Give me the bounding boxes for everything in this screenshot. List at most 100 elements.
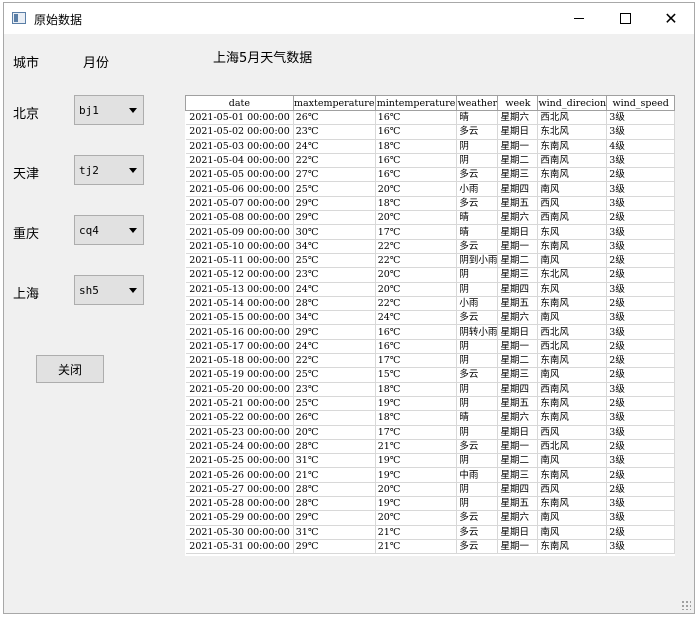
table-cell[interactable]: 星期六	[497, 110, 539, 126]
table-cell[interactable]: 29℃	[293, 510, 376, 526]
table-cell[interactable]: 2021-05-13 00:00:00	[185, 282, 294, 297]
table-cell[interactable]: 西北风	[537, 110, 608, 126]
table-cell[interactable]: 星期六	[497, 510, 539, 526]
table-cell[interactable]: 星期四	[497, 282, 539, 297]
table-cell[interactable]: 星期一	[497, 439, 539, 455]
table-row[interactable]: 2021-05-06 00:00:00 25℃ 20℃ 小雨 星期四 南风 3级	[185, 181, 675, 197]
table-cell[interactable]: 16℃	[375, 167, 458, 183]
table-row[interactable]: 2021-05-31 00:00:00 29℃ 21℃ 多云 星期一 东南风 3级	[185, 539, 675, 555]
column-header-weather[interactable]: weather	[456, 95, 499, 111]
table-cell[interactable]: 20℃	[375, 210, 458, 226]
table-cell[interactable]: 23℃	[293, 124, 376, 140]
table-row[interactable]: 2021-05-27 00:00:00 28℃ 20℃ 阴星期四 西风 2级	[185, 482, 675, 498]
table-cell[interactable]: 2021-05-14 00:00:00	[185, 296, 294, 312]
table-cell[interactable]: 星期四	[497, 482, 539, 498]
table-cell[interactable]: 阴	[456, 139, 499, 154]
table-cell[interactable]: 星期四	[497, 382, 539, 397]
table-cell[interactable]: 3级	[606, 181, 675, 197]
table-cell[interactable]: 阴	[456, 496, 499, 512]
table-row[interactable]: 2021-05-19 00:00:00 25℃ 15℃ 多云 星期三 南风 2级	[185, 367, 675, 383]
table-cell[interactable]: 22℃	[375, 296, 458, 312]
table-cell[interactable]: 3级	[606, 124, 675, 140]
table-cell[interactable]: 2021-05-30 00:00:00	[185, 525, 294, 540]
table-cell[interactable]: 星期五	[497, 296, 539, 312]
table-cell[interactable]: 2021-05-19 00:00:00	[185, 367, 294, 383]
table-row[interactable]: 2021-05-21 00:00:00 25℃ 19℃ 阴星期五 东南风 2级	[185, 396, 675, 412]
table-cell[interactable]: 2级	[606, 396, 675, 412]
table-cell[interactable]: 东南风	[537, 410, 608, 426]
table-cell[interactable]: 2021-05-15 00:00:00	[185, 310, 294, 326]
table-cell[interactable]: 3级	[606, 539, 675, 555]
column-header-wind-direcion[interactable]: wind_direcion	[537, 95, 608, 111]
table-cell[interactable]: 多云	[456, 196, 499, 212]
table-cell[interactable]: 3级	[606, 224, 675, 240]
table-cell[interactable]: 南风	[537, 310, 608, 326]
table-cell[interactable]: 2级	[606, 467, 675, 483]
table-cell[interactable]: 星期五	[497, 196, 539, 212]
table-cell[interactable]: 小雨	[456, 181, 499, 197]
table-cell[interactable]: 4级	[606, 139, 675, 154]
minimize-button[interactable]	[556, 3, 602, 34]
maximize-button[interactable]	[602, 3, 648, 34]
table-cell[interactable]: 22℃	[293, 153, 376, 169]
table-cell[interactable]: 2021-05-22 00:00:00	[185, 410, 294, 426]
table-cell[interactable]: 东南风	[537, 296, 608, 312]
table-cell[interactable]: 20℃	[293, 425, 376, 440]
table-cell[interactable]: 星期日	[497, 224, 539, 240]
table-cell[interactable]: 22℃	[375, 253, 458, 269]
table-cell[interactable]: 2021-05-09 00:00:00	[185, 224, 294, 240]
table-row[interactable]: 2021-05-12 00:00:00 23℃ 20℃ 阴星期三 东北风 2级	[185, 267, 675, 283]
table-cell[interactable]: 2021-05-08 00:00:00	[185, 210, 294, 226]
table-cell[interactable]: 阴	[456, 153, 499, 169]
weather-table[interactable]: date maxtemperature mintemperature weather w…	[185, 95, 675, 556]
table-cell[interactable]: 东南风	[537, 539, 608, 555]
table-cell[interactable]: 16℃	[375, 124, 458, 140]
table-cell[interactable]: 3级	[606, 324, 675, 340]
table-cell[interactable]: 17℃	[375, 425, 458, 440]
table-row[interactable]: 2021-05-18 00:00:00 22℃ 17℃ 阴星期二 东南风 2级	[185, 353, 675, 369]
column-header-maxtemperature[interactable]: maxtemperature	[292, 95, 376, 111]
table-row[interactable]: 2021-05-05 00:00:00 27℃ 16℃ 多云 星期三 东南风 2级	[185, 167, 675, 183]
table-cell[interactable]: 16℃	[375, 110, 458, 126]
table-cell[interactable]: 南风	[537, 367, 608, 383]
table-cell[interactable]: 19℃	[375, 396, 458, 412]
table-row[interactable]: 2021-05-17 00:00:00 24℃ 16℃ 阴星期一 西北风 2级	[185, 339, 675, 355]
table-cell[interactable]: 27℃	[293, 167, 376, 183]
table-row[interactable]: 2021-05-10 00:00:00 34℃ 22℃ 多云 星期一 东南风 3级	[185, 239, 675, 254]
table-cell[interactable]: 2级	[606, 482, 675, 498]
table-cell[interactable]: 星期二	[497, 453, 539, 469]
table-row[interactable]: 2021-05-16 00:00:00 29℃ 16℃ 阴转小雨 星期日 西北风 3级	[185, 324, 675, 340]
table-cell[interactable]: 2021-05-26 00:00:00	[185, 467, 294, 483]
table-cell[interactable]: 西北风	[537, 324, 608, 340]
column-header-date[interactable]: date	[185, 95, 294, 111]
table-cell[interactable]: 南风	[537, 510, 608, 526]
table-cell[interactable]: 2级	[606, 353, 675, 369]
table-cell[interactable]: 阴	[456, 382, 499, 397]
table-cell[interactable]: 南风	[537, 525, 608, 540]
table-cell[interactable]: 多云	[456, 367, 499, 383]
table-cell[interactable]: 东南风	[537, 496, 608, 512]
table-cell[interactable]: 34℃	[293, 239, 376, 254]
table-cell[interactable]: 阴	[456, 339, 499, 355]
table-cell[interactable]: 星期一	[497, 339, 539, 355]
table-cell[interactable]: 西北风	[537, 339, 608, 355]
table-cell[interactable]: 星期三	[497, 467, 539, 483]
table-cell[interactable]: 多云	[456, 310, 499, 326]
table-cell[interactable]: 西南风	[537, 153, 608, 169]
table-cell[interactable]: 星期二	[497, 353, 539, 369]
table-cell[interactable]: 20℃	[375, 482, 458, 498]
table-cell[interactable]: 星期四	[497, 181, 539, 197]
table-cell[interactable]: 3级	[606, 282, 675, 297]
table-cell[interactable]: 2级	[606, 253, 675, 269]
table-cell[interactable]: 2021-05-23 00:00:00	[185, 425, 294, 440]
month-select-chongqing[interactable]: cq4	[74, 215, 144, 245]
table-row[interactable]: 2021-05-26 00:00:00 21℃ 19℃ 中雨 星期三 东南风 2级	[185, 467, 675, 483]
table-cell[interactable]: 阴	[456, 425, 499, 440]
table-cell[interactable]: 多云	[456, 239, 499, 254]
table-row[interactable]: 2021-05-22 00:00:00 26℃ 18℃ 晴星期六 东南风 3级	[185, 410, 675, 426]
table-cell[interactable]: 22℃	[375, 239, 458, 254]
table-cell[interactable]: 多云	[456, 167, 499, 183]
table-cell[interactable]: 2021-05-28 00:00:00	[185, 496, 294, 512]
table-cell[interactable]: 星期二	[497, 253, 539, 269]
table-cell[interactable]: 2级	[606, 167, 675, 183]
